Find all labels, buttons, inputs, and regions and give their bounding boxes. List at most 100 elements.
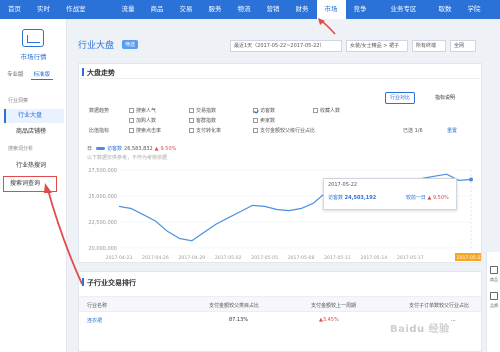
share-icon[interactable] [490,292,498,300]
watermark-logo: Baidu 经验 [390,324,450,335]
ranking-card: 子行业交易排行 行业名称 支付金额较父类目占比 支付金额较上一周期 支付子订单数… [78,271,482,352]
checkbox-icon[interactable] [189,128,194,133]
checkbox-icon[interactable] [129,108,134,113]
col-pay-change[interactable]: 支付金额较上一周期 [311,302,356,309]
nav-academy[interactable]: 学院 [460,0,489,19]
rightbar-label-goods[interactable]: 商品 [487,277,500,283]
sidebar: 市场行情 专业版 标准版 行业洞察 行业大盘 商品店铺榜 搜索词分析 行业热搜词… [0,19,67,352]
trend-up-icon: ▲ [427,195,432,201]
checkbox-icon[interactable] [129,128,134,133]
x-tick-label: 2017-05-08 [288,255,315,261]
metric-cart-adds[interactable]: 加购人数 [129,117,156,124]
legend-series-change: 9.50% [160,145,177,152]
title-badge: 筛选 [122,40,139,49]
chart-tooltip: 2017-05-22 访客数 24,503,192 较前一日 ▲ 9.50% [323,178,457,210]
metric-favorites[interactable]: 收藏人数 [313,107,340,114]
col-pay-share[interactable]: 支付金额较父类目占比 [209,302,259,309]
y-tick-label: 20,000,000 [88,246,117,252]
row-orders-share: ... [451,317,456,323]
ranking-card-header: 子行业交易排行 [79,272,481,287]
nav-business-zone[interactable]: 业务专区 [383,0,425,19]
row-industry-name[interactable]: 连衣裙 [87,317,102,324]
trend-card: 大盘走势 行业对比 指标说明 数据趋势 比值指标 搜索人气 交易指数 访客数 收… [78,63,482,263]
metric-pay-share[interactable]: 支付金额较父级行业占比 [253,127,315,134]
explain-link[interactable]: 指标说明 [435,94,455,101]
x-tick-label: 2017-05-11 [324,255,351,261]
metric-group-trend: 数据趋势 [89,108,110,114]
checkbox-icon[interactable] [189,108,194,113]
nav-trade[interactable]: 交易 [172,0,201,19]
series-legend: 日 访客数 26,583,832 ▲ 9.50% [87,145,177,153]
row-pay-change: ▲3.45% [319,317,339,323]
y-tick-label: 22,500,000 [88,220,117,226]
terminal-select[interactable]: 所有终端 [412,40,446,52]
tab-professional[interactable]: 专业版 [4,69,27,80]
metric-search-popularity[interactable]: 搜索人气 [129,107,156,114]
reset-link[interactable]: 重置 [447,127,457,134]
nav-marketing[interactable]: 营销 [259,0,288,19]
nav-goods[interactable]: 商品 [143,0,172,19]
main-content: 行业大盘 筛选 最近1天（2017-05-22~2017-05-22） 女装/女… [72,19,486,352]
checkbox-icon[interactable] [253,128,258,133]
checkbox-icon[interactable] [189,118,194,123]
right-toolbar: 商品 品牌 [486,252,500,352]
tooltip-value2: 9.50% [432,195,449,201]
category-select[interactable]: 女装/女士精品 > 裙子 [346,40,408,52]
sidebar-title: 市场行情 [20,53,47,61]
metric-trade-index[interactable]: 交易指数 [189,107,216,114]
market-chart-icon [22,29,44,47]
trend-title: 大盘走势 [82,68,115,77]
nav-market[interactable]: 市场 [316,0,346,19]
compare-button[interactable]: 行业对比 [384,92,415,104]
scope-select[interactable]: 全网 [450,40,476,52]
sidebar-item-goods-rank[interactable]: 商品店铺榜 [4,125,64,139]
legend-swatch-icon [96,147,106,150]
nav-warroom[interactable]: 作战室 [58,0,94,19]
tooltip-value1: 24,503,192 [344,195,377,201]
tooltip-label1: 访客数 [328,195,344,201]
sidebar-version-tabs: 专业版 标准版 [4,69,54,80]
metric-sellers[interactable]: 卖家数 [253,117,275,124]
tab-standard[interactable]: 标准版 [30,69,54,80]
y-tick-label: 27,500,000 [88,168,117,174]
nav-finance[interactable]: 财务 [288,0,317,19]
sidebar-item-query[interactable]: 搜索词查询 [3,176,57,192]
group-search: 搜索词分析 [8,146,34,152]
goods-icon[interactable] [490,266,498,274]
x-tick-label: 2017-05-14 [361,255,388,261]
row-pay-share: 87.13% [229,317,249,323]
nav-data[interactable]: 取数 [431,0,460,19]
metric-customer-index[interactable]: 客群指数 [189,117,216,124]
sidebar-item-hotwords[interactable]: 行业热搜词 [4,159,64,173]
page-title: 行业大盘 [78,41,115,51]
nav-realtime[interactable]: 实时 [29,0,58,19]
x-tick-label: 2017-04-23 [106,255,133,261]
group-industry: 行业洞察 [8,98,29,104]
date-range-select[interactable]: 最近1天（2017-05-22~2017-05-22） [230,40,342,52]
nav-home[interactable]: 首页 [0,0,29,19]
tooltip-values: 访客数 24,503,192 较前一日 ▲ 9.50% [328,194,452,201]
col-industry-name: 行业名称 [87,303,108,309]
nav-traffic[interactable]: 流量 [114,0,143,19]
checkbox-icon[interactable] [253,118,258,123]
tooltip-date: 2017-05-22 [328,182,358,188]
selected-count: 已选 1/6 [403,128,423,134]
nav-competition[interactable]: 竞争 [346,0,375,19]
nav-logistics[interactable]: 物流 [230,0,259,19]
x-tick-label: 2017-05-02 [215,255,242,261]
checkbox-checked-icon[interactable] [253,108,258,113]
checkbox-icon[interactable] [129,118,134,123]
legend-prefix: 日 [87,146,93,152]
rightbar-label-brand[interactable]: 品牌 [487,303,500,309]
col-orders-share[interactable]: 支付子订单数较父行业占比 [409,302,469,309]
x-tick-label: 2017-04-26 [142,255,169,261]
legend-series-name: 访客数 [107,146,123,152]
metric-pay-conversion[interactable]: 支付转化率 [189,127,221,134]
trend-note: 以下数据仅供参考，不作为考核依据 [87,155,168,161]
checkbox-icon[interactable] [313,108,318,113]
ranking-table-header: 行业名称 支付金额较父类目占比 支付金额较上一周期 支付子订单数较父行业占比 [79,296,481,312]
metric-visitors[interactable]: 访客数 [253,107,275,114]
nav-service[interactable]: 服务 [201,0,230,19]
metric-search-ctr[interactable]: 搜索点击率 [129,127,161,134]
sidebar-item-market[interactable]: 行业大盘 [4,109,64,123]
